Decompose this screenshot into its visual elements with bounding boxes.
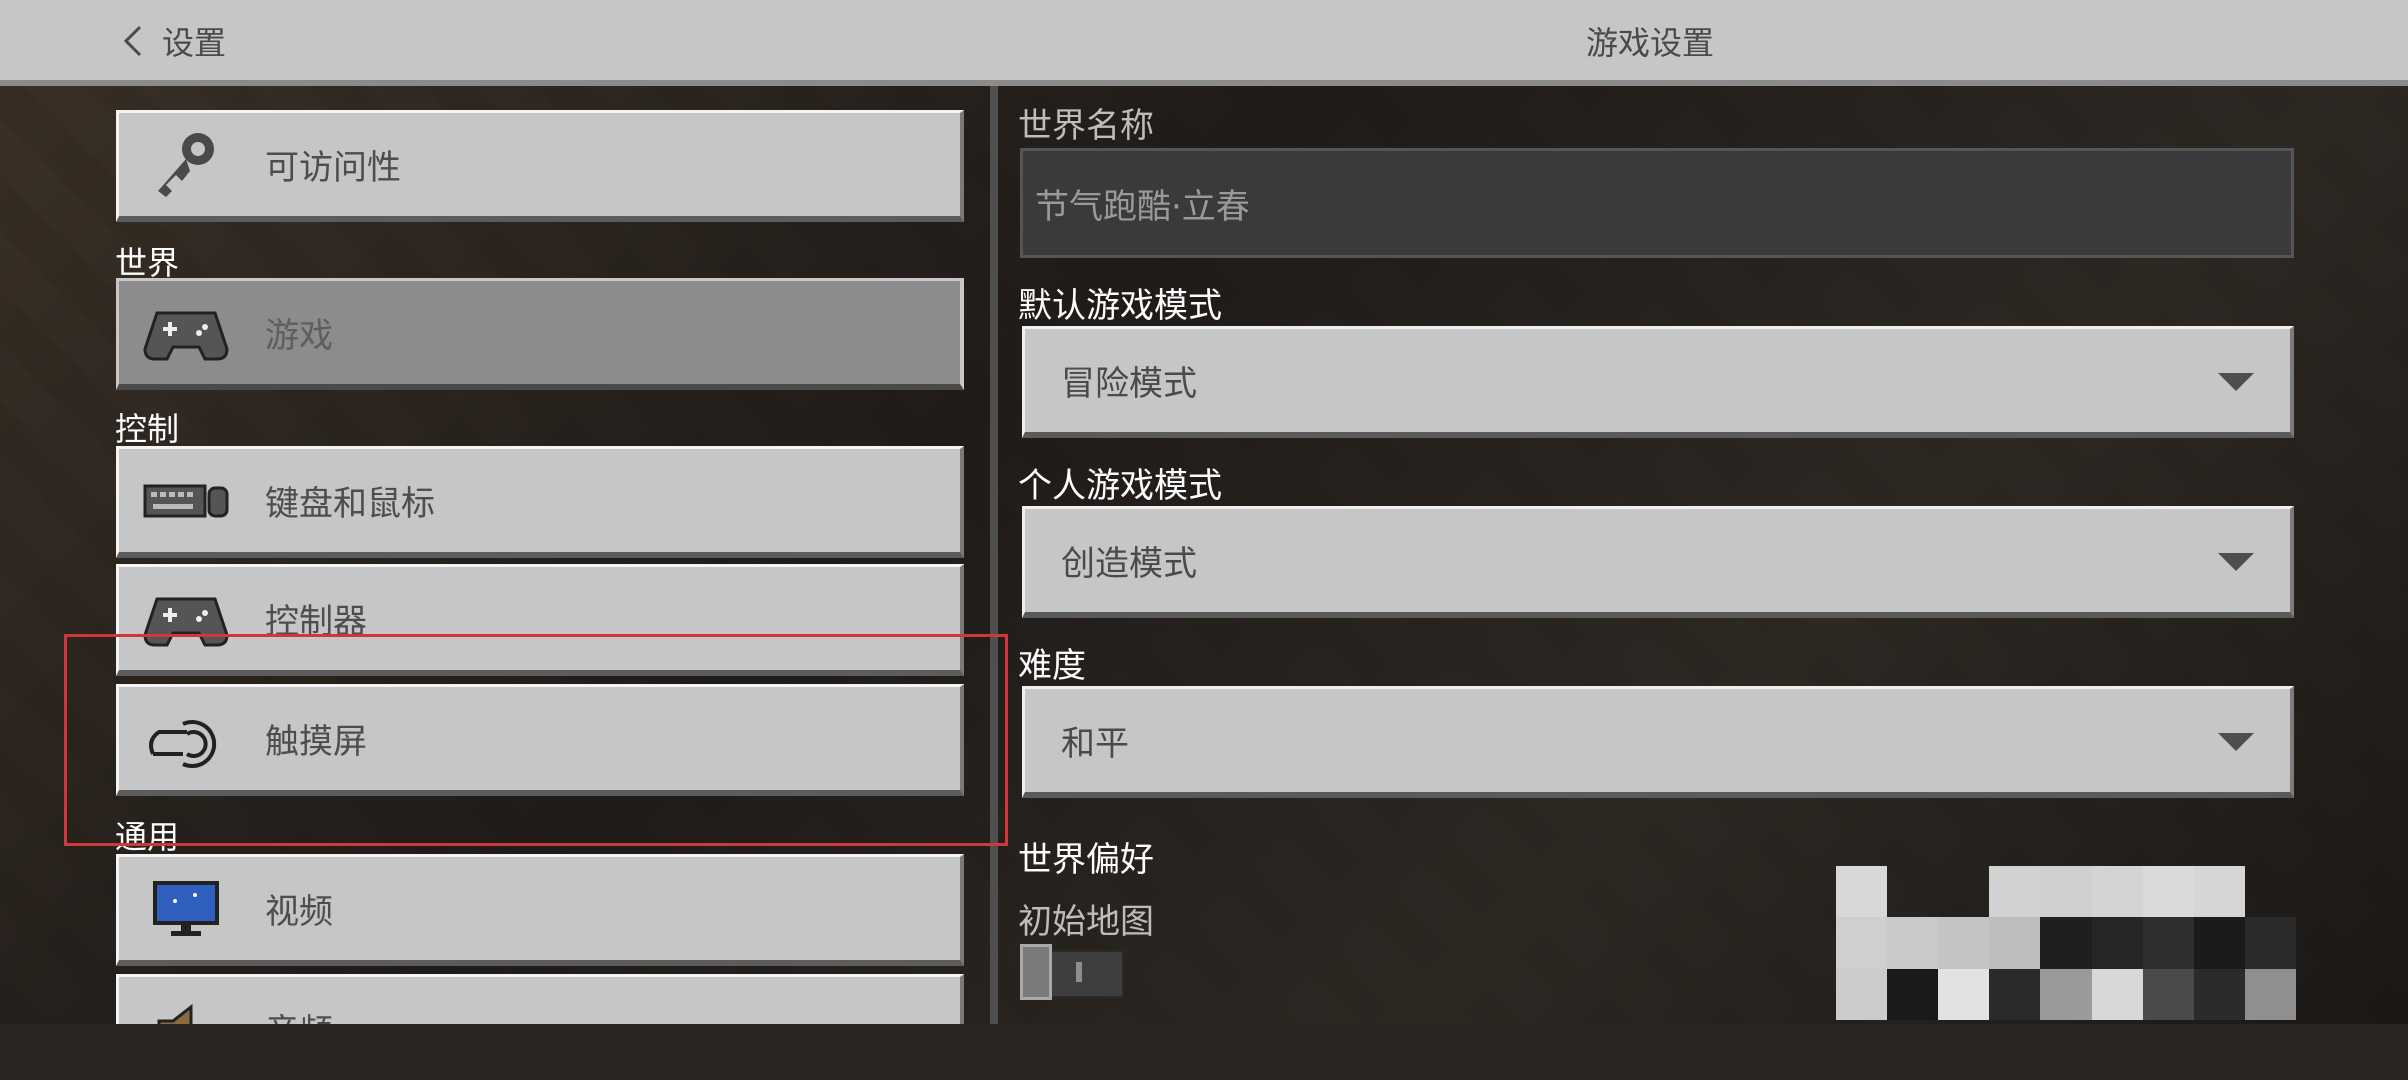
dropdown-value: 冒险模式 bbox=[1061, 364, 1197, 404]
page-title: 游戏设置 bbox=[1585, 24, 1714, 62]
sidebar-item-controller[interactable]: 控制器 bbox=[116, 564, 964, 676]
key-icon bbox=[143, 125, 229, 205]
chevron-down-icon bbox=[2218, 373, 2254, 391]
pixelated-overlay bbox=[1836, 866, 2296, 1020]
chevron-down-icon bbox=[2218, 553, 2254, 571]
sidebar-item-label: 音频 bbox=[265, 1004, 333, 1024]
back-button[interactable]: 设置 bbox=[120, 18, 226, 64]
dropdown-value: 创造模式 bbox=[1061, 544, 1197, 584]
toggle-off-mark bbox=[1076, 962, 1082, 982]
default-mode-label: 默认游戏模式 bbox=[1018, 286, 1222, 326]
personal-mode-dropdown[interactable]: 创造模式 bbox=[1022, 506, 2294, 618]
monitor-icon bbox=[143, 869, 229, 949]
toggle-knob bbox=[1020, 944, 1052, 1000]
sidebar-item-game[interactable]: 游戏 bbox=[116, 278, 964, 390]
world-name-label: 世界名称 bbox=[1018, 106, 1154, 146]
starting-map-toggle[interactable] bbox=[1020, 944, 1124, 1000]
sidebar-item-video[interactable]: 视频 bbox=[116, 854, 964, 966]
sidebar-item-keyboard-mouse[interactable]: 键盘和鼠标 bbox=[116, 446, 964, 558]
sidebar-item-label: 游戏 bbox=[265, 316, 333, 356]
sidebar-item-label: 可访问性 bbox=[265, 148, 401, 188]
gamepad-icon bbox=[143, 293, 229, 373]
personal-mode-label: 个人游戏模式 bbox=[1018, 466, 1222, 506]
sidebar-item-label: 控制器 bbox=[265, 602, 367, 642]
sidebar-item-label: 键盘和鼠标 bbox=[265, 484, 435, 524]
starting-map-label: 初始地图 bbox=[1018, 902, 1154, 942]
sidebar-item-label: 视频 bbox=[265, 892, 333, 932]
back-label: 设置 bbox=[162, 24, 227, 62]
speaker-icon bbox=[143, 989, 229, 1024]
difficulty-dropdown[interactable]: 和平 bbox=[1022, 686, 2294, 798]
panel-divider bbox=[990, 86, 998, 1024]
touch-icon bbox=[143, 699, 229, 779]
dropdown-value: 和平 bbox=[1061, 724, 1129, 764]
chevron-left-icon bbox=[123, 25, 142, 57]
difficulty-label: 难度 bbox=[1018, 646, 1086, 686]
bottom-strip bbox=[0, 1024, 2408, 1080]
sidebar-item-audio[interactable]: 音频 bbox=[116, 974, 964, 1024]
world-name-field[interactable]: 节气跑酷·立春 bbox=[1020, 148, 2294, 258]
section-label-general: 通用 bbox=[115, 818, 180, 856]
settings-sidebar[interactable]: 可访问性 世界 游戏 控制 键盘和鼠标 控制器 触摸屏 通用 视频 bbox=[0, 86, 990, 1024]
default-mode-dropdown[interactable]: 冒险模式 bbox=[1022, 326, 2294, 438]
world-preferences-label: 世界偏好 bbox=[1018, 840, 1154, 880]
section-label-controls: 控制 bbox=[115, 410, 180, 448]
sidebar-item-label: 触摸屏 bbox=[265, 722, 367, 762]
top-bar: 设置 游戏设置 bbox=[0, 0, 2408, 86]
sidebar-item-touch[interactable]: 触摸屏 bbox=[116, 684, 964, 796]
sidebar-item-accessibility[interactable]: 可访问性 bbox=[116, 110, 964, 222]
chevron-down-icon bbox=[2218, 733, 2254, 751]
keyboard-mouse-icon bbox=[143, 461, 229, 541]
controller-icon bbox=[143, 579, 229, 659]
